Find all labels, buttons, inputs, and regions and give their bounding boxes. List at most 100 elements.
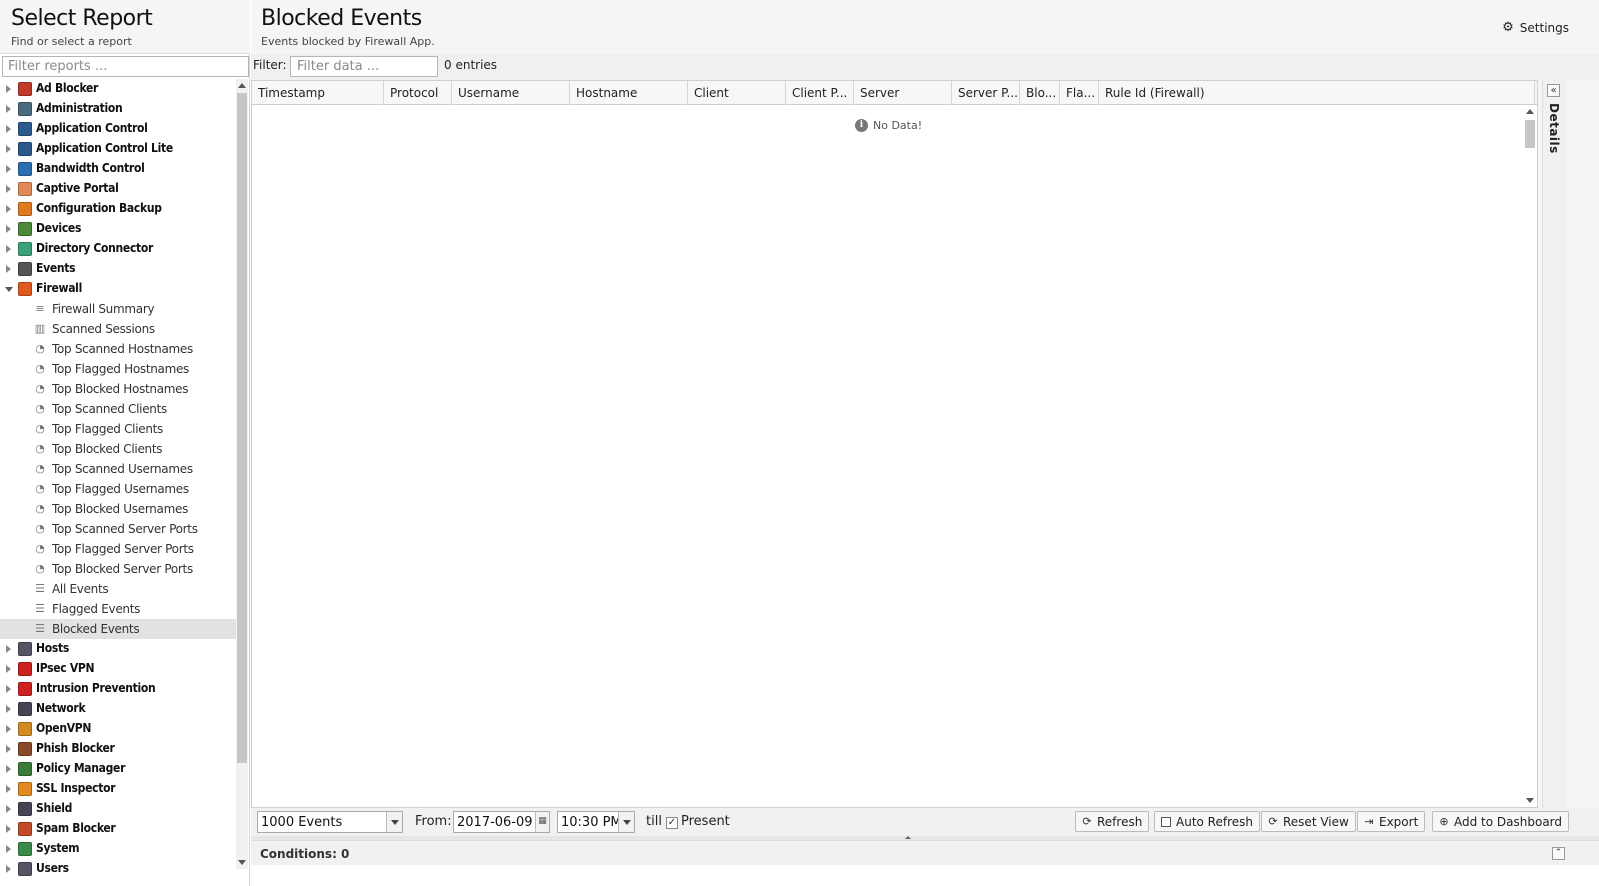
tree-group[interactable]: Firewall [0, 279, 236, 299]
expand-arrow-icon[interactable] [6, 765, 11, 773]
tree-group[interactable]: Events [0, 259, 236, 279]
tree-group[interactable]: Ad Blocker [0, 79, 236, 99]
tree-item[interactable]: ◔ Top Scanned Clients [0, 399, 236, 419]
tree-group[interactable]: IPsec VPN [0, 659, 236, 679]
expand-arrow-icon[interactable] [6, 805, 11, 813]
auto-refresh-toggle[interactable]: Auto Refresh [1154, 811, 1260, 832]
column-header[interactable]: Client [688, 81, 786, 105]
expand-arrow-icon[interactable] [6, 645, 11, 653]
expand-arrow-icon[interactable] [6, 745, 11, 753]
scrollbar-thumb[interactable] [1525, 120, 1535, 148]
tree-item[interactable]: ◔ Top Blocked Server Ports [0, 559, 236, 579]
report-filter-input[interactable] [2, 56, 249, 77]
tree-group[interactable]: Configuration Backup [0, 199, 236, 219]
collapse-details-icon[interactable]: « [1547, 84, 1560, 97]
tree-item[interactable]: ◔ Top Blocked Hostnames [0, 379, 236, 399]
expand-arrow-icon[interactable] [6, 85, 11, 93]
expand-arrow-icon[interactable] [6, 685, 11, 693]
column-header[interactable]: Protocol [384, 81, 452, 105]
expand-arrow-icon[interactable] [6, 125, 11, 133]
column-header[interactable]: Blo... [1020, 81, 1060, 105]
expand-arrow-icon[interactable] [6, 245, 11, 253]
column-header[interactable]: Client P... [786, 81, 854, 105]
expand-arrow-icon[interactable] [6, 845, 11, 853]
scroll-up-arrow-icon[interactable] [1526, 109, 1534, 114]
tree-item[interactable]: ◔ Top Flagged Hostnames [0, 359, 236, 379]
column-header[interactable]: Server [854, 81, 952, 105]
expand-arrow-icon[interactable] [6, 205, 11, 213]
column-header[interactable]: Timestamp [252, 81, 384, 105]
scroll-down-arrow-icon[interactable] [1526, 798, 1534, 803]
tree-group[interactable]: Directory Connector [0, 239, 236, 259]
tree-item[interactable]: ☰ Flagged Events [0, 599, 236, 619]
events-limit-select[interactable]: 1000 Events [257, 811, 403, 833]
tree-group[interactable]: Application Control [0, 119, 236, 139]
expand-conditions-icon[interactable]: ⌃ [1552, 847, 1565, 860]
expand-arrow-icon[interactable] [6, 725, 11, 733]
tree-item[interactable]: ◔ Top Flagged Server Ports [0, 539, 236, 559]
expand-arrow-icon[interactable] [6, 665, 11, 673]
tree-item[interactable]: ≡ Firewall Summary [0, 299, 236, 319]
tree-item[interactable]: ◔ Top Scanned Hostnames [0, 339, 236, 359]
tree-item[interactable]: ◔ Top Scanned Usernames [0, 459, 236, 479]
column-header[interactable]: Username [452, 81, 570, 105]
tree-group[interactable]: System [0, 839, 236, 859]
expand-arrow-icon[interactable] [6, 185, 11, 193]
tree-group[interactable]: SSL Inspector [0, 779, 236, 799]
calendar-icon[interactable]: ▦ [535, 812, 549, 832]
tree-item[interactable]: ◔ Top Scanned Server Ports [0, 519, 236, 539]
tree-group[interactable]: Hosts [0, 639, 236, 659]
from-time-value[interactable]: 10:30 PM [558, 815, 618, 830]
from-date-value[interactable]: 2017-06-09 [454, 815, 535, 830]
tree-group[interactable]: Devices [0, 219, 236, 239]
expand-arrow-icon[interactable] [6, 145, 11, 153]
tree-group[interactable]: Bandwidth Control [0, 159, 236, 179]
present-checkbox[interactable]: ✓ [666, 817, 678, 829]
tree-group[interactable]: Administration [0, 99, 236, 119]
column-header[interactable]: Server P... [952, 81, 1020, 105]
tree-item[interactable]: ◔ Top Flagged Usernames [0, 479, 236, 499]
tree-group[interactable]: Intrusion Prevention [0, 679, 236, 699]
reset-view-button[interactable]: ⟳ Reset View [1261, 811, 1356, 832]
tree-item[interactable]: ◔ Top Blocked Clients [0, 439, 236, 459]
from-date-field[interactable]: 2017-06-09 ▦ [453, 811, 550, 833]
expand-arrow-icon[interactable] [6, 165, 11, 173]
scrollbar-thumb[interactable] [237, 93, 247, 763]
details-panel[interactable]: « Details [1542, 80, 1567, 808]
expand-arrow-icon[interactable] [6, 265, 11, 273]
tree-group[interactable]: Shield [0, 799, 236, 819]
expand-arrow-icon[interactable] [6, 105, 11, 113]
present-label[interactable]: Present [681, 814, 730, 829]
tree-group[interactable]: Policy Manager [0, 759, 236, 779]
chevron-down-icon[interactable] [618, 812, 634, 832]
add-to-dashboard-button[interactable]: ⊕ Add to Dashboard [1432, 811, 1570, 832]
expand-arrow-icon[interactable] [6, 825, 11, 833]
collapse-arrow-icon[interactable] [5, 287, 13, 292]
expand-arrow-icon[interactable] [6, 865, 11, 873]
tree-group[interactable]: Captive Portal [0, 179, 236, 199]
tree-item[interactable]: ▥ Scanned Sessions [0, 319, 236, 339]
scroll-down-arrow-icon[interactable] [238, 860, 246, 865]
tree-item[interactable]: ◔ Top Flagged Clients [0, 419, 236, 439]
tree-group[interactable]: Phish Blocker [0, 739, 236, 759]
export-button[interactable]: ⇥ Export [1357, 811, 1426, 832]
tree-group[interactable]: Network [0, 699, 236, 719]
report-tree-scrollbar[interactable] [236, 79, 248, 869]
column-header[interactable]: Fla... [1060, 81, 1099, 105]
details-label[interactable]: Details [1547, 103, 1561, 154]
chevron-down-icon[interactable] [386, 812, 402, 832]
tree-group[interactable]: Application Control Lite [0, 139, 236, 159]
expand-arrow-icon[interactable] [6, 785, 11, 793]
expand-arrow-icon[interactable] [6, 705, 11, 713]
tree-group[interactable]: Spam Blocker [0, 819, 236, 839]
tree-item[interactable]: ◔ Top Blocked Usernames [0, 499, 236, 519]
from-time-select[interactable]: 10:30 PM [557, 811, 635, 833]
filter-data-input[interactable] [290, 56, 438, 77]
tree-item[interactable]: ☰ All Events [0, 579, 236, 599]
expand-arrow-icon[interactable] [6, 225, 11, 233]
settings-button[interactable]: ⚙ Settings [1502, 20, 1569, 35]
tree-group[interactable]: OpenVPN [0, 719, 236, 739]
scroll-up-arrow-icon[interactable] [238, 83, 246, 88]
column-header[interactable]: Hostname [570, 81, 688, 105]
tree-group[interactable]: Users [0, 859, 236, 879]
